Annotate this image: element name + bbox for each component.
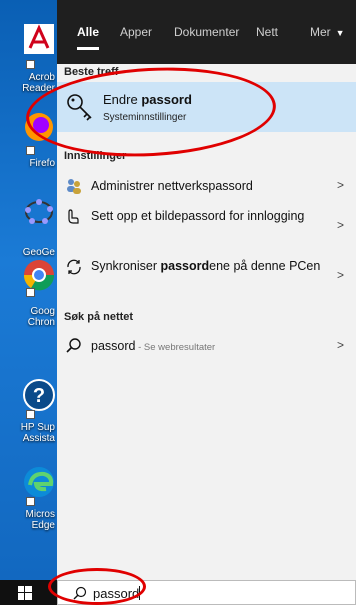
shortcut-arrow-icon [26, 497, 35, 506]
search-input-value: passord [93, 586, 140, 601]
search-input[interactable]: passord [93, 586, 141, 601]
chrome-icon [23, 260, 55, 291]
svg-text:?: ? [33, 385, 45, 407]
shortcut-arrow-icon [26, 146, 35, 155]
tab-label: Alle [77, 25, 100, 39]
setting-item-label: Synkroniser passordene på denne PCen [91, 258, 331, 274]
desktop-icon-label: Micros Edge [25, 509, 55, 531]
acrobat-icon [24, 24, 54, 54]
web-search-suffix: - Se webresultater [135, 342, 216, 353]
sync-text-before: Synkroniser [91, 259, 161, 273]
tab-nett[interactable]: Nett [256, 22, 278, 42]
firefox-icon [25, 113, 53, 141]
shortcut-arrow-icon [26, 60, 35, 69]
key-icon [67, 94, 92, 121]
tab-dokumenter[interactable]: Dokumenter [174, 22, 239, 42]
search-icon [66, 338, 81, 353]
tab-alle[interactable]: Alle [77, 22, 100, 50]
best-match-item[interactable]: Endre passord Systeminnstillinger [57, 82, 356, 132]
help-question-icon: ? [23, 379, 55, 411]
active-tab-indicator [77, 47, 100, 50]
sync-icon [67, 259, 81, 275]
setting-item-network-password[interactable]: Administrer nettverkspassord > [57, 174, 356, 198]
web-search-label: passord - Se webresultater [91, 338, 331, 356]
search-tabs-bar: Alle Apper Dokumenter Nett Mer ▼ [57, 0, 356, 64]
setting-item-sync-password[interactable]: Synkroniser passordene på denne PCen > [57, 256, 356, 296]
sync-text-bold: passord [160, 259, 210, 273]
chevron-right-icon: > [336, 338, 344, 352]
shortcut-arrow-icon [26, 410, 35, 419]
sync-text-after: ene på denne PCen [209, 259, 321, 273]
chevron-right-icon: > [336, 218, 344, 232]
desktop-icon-label: HP Sup Assista [20, 422, 55, 444]
setting-item-picture-password[interactable]: Sett opp et bildepassord for innlogging … [57, 206, 356, 246]
tab-apper[interactable]: Apper [120, 22, 152, 42]
desktop-icon-label: Acrob Reader [22, 72, 55, 94]
geogebra-icon [25, 199, 53, 224]
desktop-icon-label: Goog Chron [27, 306, 55, 328]
shortcut-arrow-icon [26, 288, 35, 297]
tab-label: Mer [310, 25, 331, 39]
best-match-heading: Beste treff [64, 66, 119, 78]
web-search-query: passord [91, 339, 136, 353]
search-tabs: Alle Apper Dokumenter Nett Mer ▼ [57, 22, 356, 50]
edge-icon [24, 467, 54, 497]
web-search-heading: Søk på nettet [64, 311, 134, 323]
taskbar-search-box[interactable]: passord [57, 580, 356, 605]
desktop-icon-label: GeoGe [22, 247, 55, 258]
setting-item-label: Administrer nettverkspassord [91, 179, 253, 193]
picture-password-icon [68, 209, 79, 224]
best-match-subtitle: Systeminnstillinger [103, 112, 187, 123]
web-search-item[interactable]: passord - Se webresultater > [57, 334, 356, 358]
desktop-strip: Acrob Reader Firefo GeoGe Goog Chron ? H… [0, 0, 57, 580]
chevron-right-icon: > [336, 268, 344, 282]
desktop-icon-label: Firefo [29, 158, 55, 169]
best-match-title: Endre passord [103, 92, 192, 107]
best-match-title-text: Endre [103, 92, 142, 107]
settings-heading: Innstillinger [64, 150, 127, 162]
text-cursor [139, 586, 141, 600]
chevron-down-icon: ▼ [335, 28, 345, 38]
tab-mer[interactable]: Mer ▼ [310, 22, 345, 43]
best-match-title-bold: passord [141, 92, 192, 107]
network-users-icon [67, 179, 81, 194]
setting-item-label: Sett opp et bildepassord for innlogging [91, 209, 305, 223]
search-panel: Alle Apper Dokumenter Nett Mer ▼ Beste tr… [57, 0, 356, 580]
search-icon [73, 586, 87, 600]
windows-start-icon[interactable] [18, 586, 32, 600]
chevron-right-icon: > [336, 178, 344, 192]
